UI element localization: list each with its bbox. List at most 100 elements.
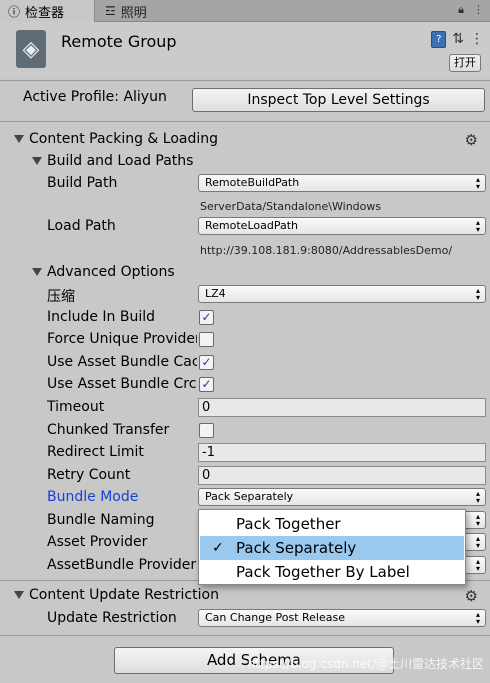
load-path-label: Load Path — [47, 218, 116, 234]
menu-item-pack-separately[interactable]: ✓ Pack Separately — [200, 536, 464, 560]
update-restriction-label: Update Restriction — [47, 610, 177, 626]
use-crc-label: Use Asset Bundle Crc — [47, 376, 197, 392]
menu-icon[interactable]: ⋮ — [473, 3, 484, 17]
use-cache-checkbox[interactable]: ✓ — [199, 355, 214, 370]
chunked-transfer-row: Chunked Transfer — [0, 420, 490, 442]
content-packing-header[interactable]: Content Packing & Loading — [14, 129, 218, 149]
object-title: Remote Group — [61, 32, 177, 51]
header-icons: ? ⇅ ⋮ — [431, 31, 484, 48]
force-unique-row: Force Unique Provider — [0, 329, 490, 351]
update-restriction-dropdown[interactable]: Can Change Post Release ▴ ▾ — [198, 609, 486, 627]
inspect-top-level-settings-button[interactable]: Inspect Top Level Settings — [192, 88, 485, 112]
use-crc-row: Use Asset Bundle Crc ✓ — [0, 374, 490, 396]
menu-item-pack-together[interactable]: Pack Together — [200, 512, 464, 536]
advanced-options-header[interactable]: Advanced Options — [32, 262, 175, 282]
divider — [0, 635, 490, 636]
content-packing-title: Content Packing & Loading — [29, 131, 219, 147]
compression-label: 压缩 — [47, 289, 75, 305]
gear-icon[interactable]: ⚙︎ — [465, 587, 478, 605]
use-cache-row: Use Asset Bundle Cach ✓ — [0, 352, 490, 374]
dropdown-arrow-icon: ▴ ▾ — [475, 512, 480, 528]
watermark: https://blog.csdn.net/@土川雷达技术社区 — [247, 657, 484, 671]
dropdown-arrow-icon: ▴ ▾ — [475, 610, 480, 626]
build-path-dropdown[interactable]: RemoteBuildPath ▴ ▾ — [198, 174, 486, 192]
chunked-transfer-checkbox[interactable] — [199, 423, 214, 438]
load-path-resolved: http://39.108.181.9:8080/AddressablesDem… — [200, 244, 453, 257]
build-load-paths-header[interactable]: Build and Load Paths — [32, 151, 193, 171]
tab-inspector-label: 检查器 — [25, 5, 65, 21]
retry-count-label: Retry Count — [47, 467, 131, 483]
tab-bar-controls: 🔒︎ ⋮ — [458, 3, 484, 17]
load-path-dropdown[interactable]: RemoteLoadPath ▴ ▾ — [198, 217, 486, 235]
redirect-limit-input[interactable]: -1 — [198, 443, 486, 462]
info-icon: ⓘ — [8, 4, 21, 19]
foldout-arrow-icon — [14, 591, 24, 599]
retry-count-row: Retry Count 0 — [0, 465, 490, 487]
update-restriction-row: Update Restriction Can Change Post Relea… — [0, 608, 490, 630]
timeout-label: Timeout — [47, 399, 105, 415]
unity-logo-icon: ◈ — [16, 30, 46, 68]
lock-icon[interactable]: 🔒︎ — [458, 3, 464, 17]
menu-item-label: Pack Together By Label — [236, 563, 410, 581]
tab-bar: ⓘ 检查器 ☲ 照明 🔒︎ ⋮ — [0, 0, 490, 22]
compression-row: 压缩 LZ4 ▴ ▾ — [0, 284, 490, 306]
tab-lighting[interactable]: ☲ 照明 — [97, 0, 147, 22]
dropdown-arrow-icon: ▴ ▾ — [475, 286, 480, 302]
bundle-naming-label: Bundle Naming — [47, 512, 155, 528]
dropdown-arrow-icon: ▴ ▾ — [475, 218, 480, 234]
more-icon[interactable]: ⋮ — [470, 31, 484, 48]
use-cache-label: Use Asset Bundle Cach — [47, 354, 197, 370]
content-update-header[interactable]: Content Update Restriction — [14, 585, 219, 605]
dropdown-arrow-icon: ▴ ▾ — [475, 489, 480, 505]
profile-row: Active Profile: Aliyun Inspect Top Level… — [0, 84, 490, 120]
lighting-icon: ☲ — [105, 4, 116, 18]
include-in-build-label: Include In Build — [47, 309, 156, 325]
build-path-row: Build Path RemoteBuildPath ▴ ▾ — [0, 173, 490, 195]
compression-dropdown[interactable]: LZ4 ▴ ▾ — [198, 285, 486, 303]
divider — [0, 121, 490, 122]
build-path-resolved: ServerData/Standalone\Windows — [200, 200, 382, 213]
tab-lighting-label: 照明 — [120, 5, 147, 21]
timeout-row: Timeout 0 — [0, 397, 490, 419]
foldout-arrow-icon — [14, 135, 24, 143]
active-profile-label: Active Profile: Aliyun — [23, 89, 167, 105]
bundle-mode-menu: Pack Together ✓ Pack Separately Pack Tog… — [198, 509, 466, 585]
update-restriction-value: Can Change Post Release — [205, 611, 345, 624]
bundle-mode-value: Pack Separately — [205, 490, 294, 503]
bundle-mode-row: Bundle Mode Pack Separately ▴ ▾ — [0, 487, 490, 509]
asset-provider-label: Asset Provider — [47, 534, 148, 550]
menu-item-pack-together-by-label[interactable]: Pack Together By Label — [200, 560, 464, 584]
menu-item-label: Pack Together — [236, 515, 341, 533]
include-in-build-checkbox[interactable]: ✓ — [199, 310, 214, 325]
retry-count-input[interactable]: 0 — [198, 466, 486, 485]
compression-value: LZ4 — [205, 287, 226, 300]
bundle-mode-label: Bundle Mode — [47, 489, 139, 505]
advanced-options-title: Advanced Options — [47, 264, 175, 280]
load-path-row: Load Path RemoteLoadPath ▴ ▾ — [0, 216, 490, 238]
divider — [0, 80, 490, 81]
tab-inspector[interactable]: ⓘ 检查器 — [0, 0, 95, 22]
include-in-build-row: Include In Build ✓ — [0, 307, 490, 329]
redirect-limit-label: Redirect Limit — [47, 444, 144, 460]
preset-icon[interactable]: ⇅ — [452, 31, 464, 48]
build-path-label: Build Path — [47, 175, 118, 191]
menu-item-label: Pack Separately — [236, 539, 357, 557]
open-button[interactable]: 打开 — [449, 54, 481, 72]
foldout-arrow-icon — [32, 268, 42, 276]
use-crc-checkbox[interactable]: ✓ — [199, 377, 214, 392]
redirect-limit-row: Redirect Limit -1 — [0, 442, 490, 464]
force-unique-label: Force Unique Provider — [47, 331, 197, 347]
dropdown-arrow-icon: ▴ ▾ — [475, 534, 480, 550]
build-path-value: RemoteBuildPath — [205, 176, 300, 189]
timeout-input[interactable]: 0 — [198, 398, 486, 417]
foldout-arrow-icon — [32, 157, 42, 165]
bundle-mode-dropdown[interactable]: Pack Separately ▴ ▾ — [198, 488, 486, 506]
force-unique-checkbox[interactable] — [199, 332, 214, 347]
gear-icon[interactable]: ⚙︎ — [465, 131, 478, 149]
dropdown-arrow-icon: ▴ ▾ — [475, 175, 480, 191]
object-header: ◈ Remote Group ? ⇅ ⋮ 打开 — [0, 22, 490, 78]
build-load-paths-title: Build and Load Paths — [47, 153, 194, 169]
help-book-icon[interactable]: ? — [431, 31, 447, 48]
dropdown-arrow-icon: ▴ ▾ — [475, 557, 480, 573]
assetbundle-provider-label: AssetBundle Provider — [47, 557, 197, 573]
